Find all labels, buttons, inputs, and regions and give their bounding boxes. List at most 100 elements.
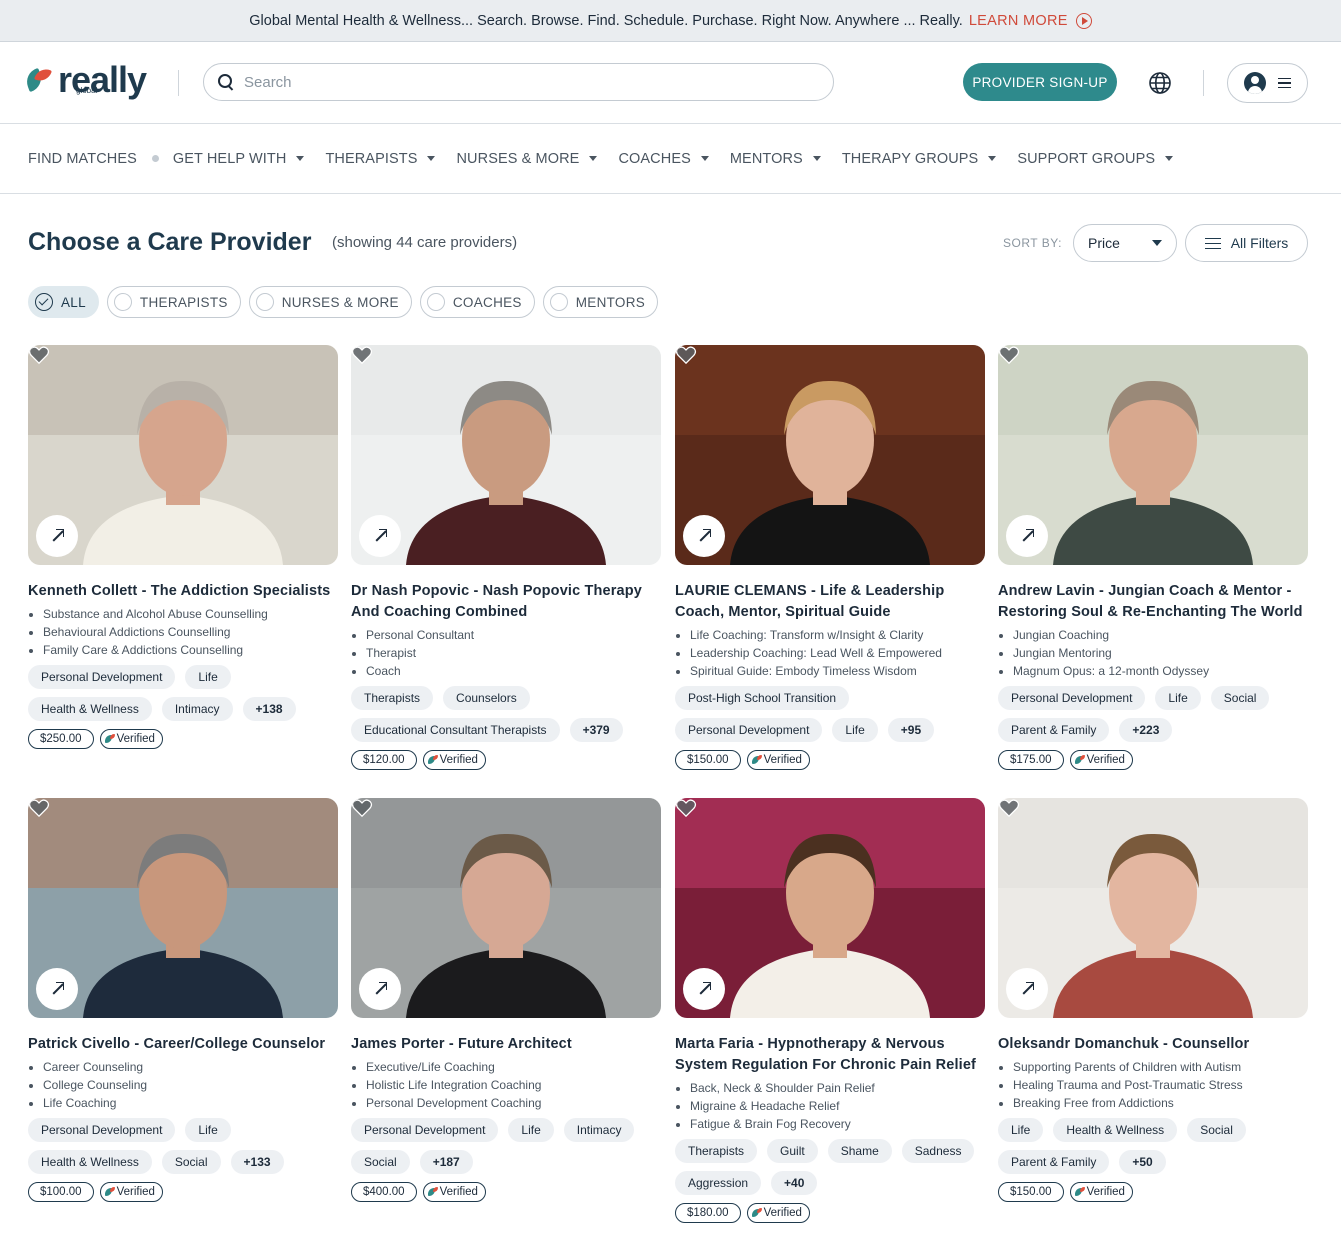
provider-name[interactable]: Patrick Civello - Career/College Counsel…	[28, 1034, 338, 1055]
provider-card[interactable]: Dr Nash Popovic - Nash Popovic Therapy A…	[351, 345, 661, 770]
provider-card[interactable]: Oleksandr Domanchuk - Counsellor Supporti…	[998, 798, 1308, 1202]
tag[interactable]: Social	[351, 1150, 410, 1174]
nav-find-matches[interactable]: FIND MATCHES	[28, 151, 137, 167]
favorite-heart-icon[interactable]	[351, 345, 373, 365]
provider-card[interactable]: Patrick Civello - Career/College Counsel…	[28, 798, 338, 1202]
favorite-heart-icon[interactable]	[675, 798, 697, 818]
more-tags-badge[interactable]: +223	[1119, 718, 1173, 742]
tag[interactable]: Life	[1155, 686, 1201, 710]
nav-get-help-with[interactable]: GET HELP WITH	[173, 151, 305, 167]
tag[interactable]: Intimacy	[161, 697, 233, 721]
sort-select[interactable]: Price	[1073, 224, 1177, 262]
chip-all[interactable]: ALL	[28, 286, 99, 318]
favorite-heart-icon[interactable]	[675, 345, 697, 365]
tag[interactable]: Educational Consultant Therapists	[351, 718, 560, 742]
tag[interactable]: Social	[161, 1150, 221, 1174]
provider-photo[interactable]	[28, 345, 338, 565]
search-bar[interactable]	[203, 63, 834, 101]
more-tags-badge[interactable]: +187	[419, 1150, 473, 1174]
provider-card[interactable]: Andrew Lavin - Jungian Coach & Mentor - …	[998, 345, 1308, 770]
play-icon[interactable]	[1075, 12, 1092, 29]
more-tags-badge[interactable]: +379	[569, 718, 623, 742]
more-tags-badge[interactable]: +95	[887, 718, 935, 742]
open-profile-button[interactable]	[36, 968, 78, 1010]
nav-coaches[interactable]: COACHES	[618, 151, 709, 167]
provider-name[interactable]: Dr Nash Popovic - Nash Popovic Therapy A…	[351, 581, 661, 623]
tag[interactable]: Parent & Family	[998, 718, 1110, 742]
open-profile-button[interactable]	[683, 968, 725, 1010]
more-tags-badge[interactable]: +40	[771, 1171, 818, 1195]
tag[interactable]: Personal Development	[998, 686, 1146, 710]
chip-mentors[interactable]: MENTORS	[542, 286, 659, 318]
favorite-heart-icon[interactable]	[28, 345, 50, 365]
globe-icon[interactable]	[1148, 71, 1172, 95]
more-tags-badge[interactable]: +50	[1119, 1150, 1166, 1174]
open-profile-button[interactable]	[683, 515, 725, 557]
nav-support-groups[interactable]: SUPPORT GROUPS	[1017, 151, 1174, 167]
nav-therapy-groups[interactable]: THERAPY GROUPS	[842, 151, 997, 167]
tag[interactable]: Life	[508, 1118, 554, 1142]
nav-therapists[interactable]: THERAPISTS	[325, 151, 436, 167]
favorite-heart-icon[interactable]	[998, 798, 1020, 818]
tag[interactable]: Sadness	[901, 1139, 975, 1163]
provider-name[interactable]: James Porter - Future Architect	[351, 1034, 661, 1055]
tag[interactable]: Life	[998, 1118, 1044, 1142]
open-profile-button[interactable]	[36, 515, 78, 557]
provider-name[interactable]: Andrew Lavin - Jungian Coach & Mentor - …	[998, 581, 1308, 623]
tag[interactable]: Health & Wellness	[28, 697, 152, 721]
open-profile-button[interactable]	[359, 968, 401, 1010]
provider-photo[interactable]	[998, 345, 1308, 565]
provider-name[interactable]: Oleksandr Domanchuk - Counsellor	[998, 1034, 1308, 1055]
provider-card[interactable]: Kenneth Collett - The Addiction Speciali…	[28, 345, 338, 749]
tag[interactable]: Therapists	[675, 1139, 758, 1163]
nav-mentors[interactable]: MENTORS	[730, 151, 821, 167]
provider-photo[interactable]	[998, 798, 1308, 1018]
tag[interactable]: Personal Development	[675, 718, 823, 742]
search-input[interactable]	[244, 73, 804, 91]
open-profile-button[interactable]	[1006, 515, 1048, 557]
tag[interactable]: Post-High School Transition	[675, 686, 850, 710]
tag[interactable]: Personal Development	[351, 1118, 499, 1142]
open-profile-button[interactable]	[1006, 968, 1048, 1010]
tag[interactable]: Life	[832, 718, 878, 742]
provider-photo[interactable]	[351, 798, 661, 1018]
more-tags-badge[interactable]: +138	[242, 697, 296, 721]
tag[interactable]: Life	[185, 1118, 231, 1142]
tag[interactable]: Health & Wellness	[28, 1150, 152, 1174]
tag[interactable]: Therapists	[351, 686, 434, 710]
more-tags-badge[interactable]: +133	[230, 1150, 284, 1174]
provider-card[interactable]: James Porter - Future Architect Executive…	[351, 798, 661, 1202]
chip-nurses-more[interactable]: NURSES & MORE	[248, 286, 412, 318]
tag[interactable]: Parent & Family	[998, 1150, 1110, 1174]
all-filters-button[interactable]: All Filters	[1185, 224, 1308, 262]
provider-signup-button[interactable]: PROVIDER SIGN-UP	[963, 63, 1117, 101]
provider-card[interactable]: Marta Faria - Hypnotherapy & Nervous Sys…	[675, 798, 985, 1223]
tag[interactable]: Counselors	[443, 686, 530, 710]
tag[interactable]: Personal Development	[28, 665, 176, 689]
provider-name[interactable]: Kenneth Collett - The Addiction Speciali…	[28, 581, 338, 602]
tag[interactable]: Social	[1210, 686, 1270, 710]
provider-photo[interactable]	[28, 798, 338, 1018]
favorite-heart-icon[interactable]	[351, 798, 373, 818]
learn-more-link[interactable]: LEARN MORE	[969, 13, 1068, 29]
account-menu-button[interactable]	[1227, 63, 1308, 103]
tag[interactable]: Social	[1187, 1118, 1246, 1142]
tag[interactable]: Life	[185, 665, 231, 689]
tag[interactable]: Health & Wellness	[1053, 1118, 1178, 1142]
provider-name[interactable]: LAURIE CLEMANS - Life & Leadership Coach…	[675, 581, 985, 623]
provider-photo[interactable]	[675, 345, 985, 565]
provider-photo[interactable]	[675, 798, 985, 1018]
provider-card[interactable]: LAURIE CLEMANS - Life & Leadership Coach…	[675, 345, 985, 770]
nav-nurses-more[interactable]: NURSES & MORE	[456, 151, 598, 167]
tag[interactable]: Personal Development	[28, 1118, 176, 1142]
chip-therapists[interactable]: THERAPISTS	[106, 286, 241, 318]
tag[interactable]: Guilt	[767, 1139, 818, 1163]
provider-photo[interactable]	[351, 345, 661, 565]
favorite-heart-icon[interactable]	[998, 345, 1020, 365]
tag[interactable]: Aggression	[675, 1171, 762, 1195]
chip-coaches[interactable]: COACHES	[419, 286, 535, 318]
provider-name[interactable]: Marta Faria - Hypnotherapy & Nervous Sys…	[675, 1034, 985, 1076]
open-profile-button[interactable]	[359, 515, 401, 557]
tag[interactable]: Shame	[827, 1139, 892, 1163]
tag[interactable]: Intimacy	[563, 1118, 635, 1142]
